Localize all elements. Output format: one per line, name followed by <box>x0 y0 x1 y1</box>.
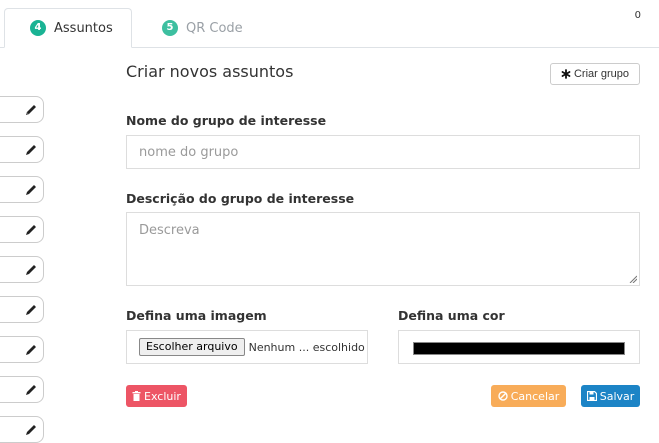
group-description-placeholder: Descreva <box>139 223 200 238</box>
edit-group-button[interactable] <box>0 376 44 403</box>
color-input[interactable] <box>398 330 640 364</box>
pencil-icon <box>26 105 36 115</box>
tab-label: QR Code <box>186 20 243 36</box>
edit-group-button[interactable] <box>0 336 44 363</box>
pencil-icon <box>26 425 36 435</box>
image-label: Defina uma imagem <box>126 308 267 323</box>
pencil-icon <box>26 345 36 355</box>
pencil-icon <box>26 225 36 235</box>
pencil-icon <box>26 305 36 315</box>
counter: 0 <box>634 10 641 21</box>
floppy-disk-icon <box>586 391 597 401</box>
edit-group-button[interactable] <box>0 216 44 243</box>
pencil-icon <box>26 145 36 155</box>
edit-group-button[interactable] <box>0 96 44 123</box>
pencil-icon <box>26 385 36 395</box>
edit-group-button[interactable] <box>0 256 44 283</box>
edit-group-button[interactable] <box>0 416 44 443</box>
page-title: Criar novos assuntos <box>126 62 294 81</box>
delete-label: Excluir <box>144 389 181 403</box>
create-group-label: Criar grupo <box>573 68 630 80</box>
tab-number-badge: 4 <box>30 20 46 36</box>
color-label: Defina uma cor <box>398 308 505 323</box>
file-status: Nenhum ... escolhido <box>248 340 365 354</box>
tab-bar: 4 Assuntos 5 QR Code 0 <box>0 0 659 48</box>
delete-button[interactable]: Excluir <box>126 385 187 407</box>
pencil-icon <box>26 265 36 275</box>
group-name-input[interactable]: nome do grupo <box>126 135 640 169</box>
save-label: Salvar <box>599 389 635 403</box>
color-swatch[interactable] <box>413 342 625 355</box>
cancel-label: Cancelar <box>510 389 560 403</box>
tab-qr-code[interactable]: 5 QR Code <box>160 8 270 48</box>
image-file-input: Escolher arquivo Nenhum ... escolhido <box>126 330 368 364</box>
create-group-button[interactable]: Criar grupo <box>550 63 640 85</box>
group-description-label: Descrição do grupo de interesse <box>126 191 355 206</box>
ban-icon <box>498 391 508 401</box>
edit-group-button[interactable] <box>0 136 44 163</box>
group-description-textarea[interactable]: Descreva <box>126 212 640 286</box>
resize-grip-icon[interactable] <box>629 275 637 283</box>
trash-icon <box>132 391 141 401</box>
group-name-label: Nome do grupo de interesse <box>126 113 327 128</box>
edit-group-button[interactable] <box>0 176 44 203</box>
asterisk-icon <box>561 69 571 79</box>
cancel-button[interactable]: Cancelar <box>491 385 566 407</box>
tab-number-badge: 5 <box>162 20 178 36</box>
group-name-placeholder: nome do grupo <box>139 145 239 160</box>
choose-file-button[interactable]: Escolher arquivo <box>139 338 245 356</box>
save-button[interactable]: Salvar <box>581 385 640 407</box>
edit-group-button[interactable] <box>0 296 44 323</box>
pencil-icon <box>26 185 36 195</box>
tab-assuntos[interactable]: 4 Assuntos <box>4 8 132 48</box>
tab-label: Assuntos <box>54 20 113 36</box>
